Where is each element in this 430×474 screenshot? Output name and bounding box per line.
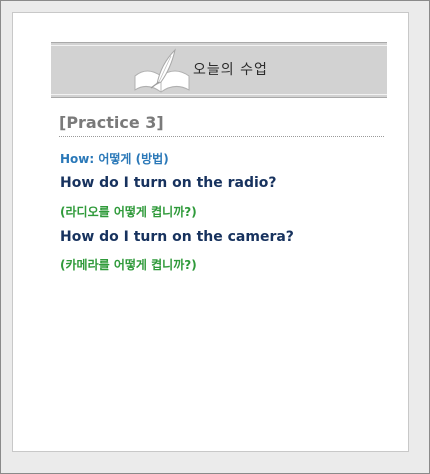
example-sentence-korean: (라디오를 어떻게 켭니까?) [60,205,197,219]
example-sentence-english: How do I turn on the radio? [60,175,277,191]
lesson-title: 오늘의 수업 [193,62,268,78]
book-quill-icon [134,48,190,93]
content-panel: 오늘의 수업 [Practice 3] How: 어떻게 (방법) How do… [12,12,409,452]
lesson-header-banner: 오늘의 수업 [51,42,387,98]
how-definition: How: 어떻게 (방법) [60,152,169,166]
practice-title: [Practice 3] [59,113,164,132]
example-sentence-korean: (카메라를 어떻게 켭니까?) [60,258,197,272]
example-sentence-english: How do I turn on the camera? [60,229,294,245]
dotted-divider [59,136,384,137]
outer-frame: 오늘의 수업 [Practice 3] How: 어떻게 (방법) How do… [0,0,430,474]
